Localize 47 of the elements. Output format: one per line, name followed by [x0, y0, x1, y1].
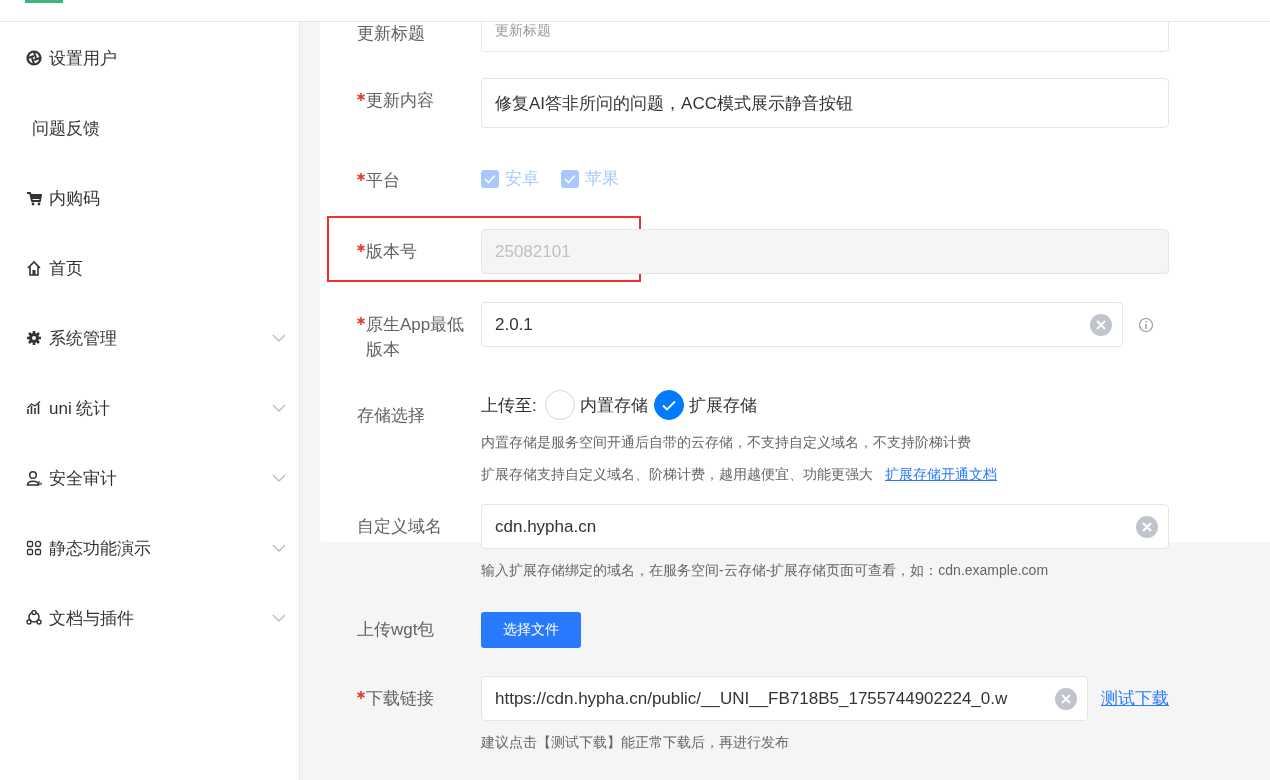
hint-text: 内置存储是服务空间开通后自带的云存储，不支持自定义域名，不支持阶梯计费 [481, 434, 971, 452]
radio-label: 扩展存储 [688, 394, 757, 417]
choose-file-button[interactable]: 选择文件 [481, 612, 581, 648]
chevron-down-icon [272, 334, 286, 342]
sidebar-item[interactable]: 安全审计 [0, 443, 299, 513]
test-download-link[interactable]: 测试下载 [1101, 687, 1169, 710]
text-field[interactable]: 2.0.1 [481, 302, 1123, 347]
text-field[interactable]: cdn.hypha.cn [481, 504, 1169, 549]
sidebar-item[interactable]: 内购码 [0, 163, 299, 233]
chevron-down-icon [272, 404, 286, 412]
nodes-icon [26, 610, 42, 626]
checkmark-icon [484, 173, 496, 184]
sidebar-item[interactable]: 设置用户 [0, 23, 299, 93]
sidebar-item[interactable]: 文档与插件 [0, 583, 299, 653]
chevron-down-icon [272, 474, 286, 482]
sidebar-item[interactable]: 问题反馈 [0, 93, 299, 163]
sidebar-item[interactable]: 首页 [0, 233, 299, 303]
chevron-down-icon [272, 544, 286, 552]
field-label: 更新标题 [357, 23, 425, 45]
upload-to-label: 上传至: [481, 394, 537, 417]
text-field[interactable]: 更新标题 [481, 22, 1169, 52]
field-label: 自定义域名 [357, 516, 442, 538]
hint-text: 扩展存储支持自定义域名、阶梯计费，越用越便宜、功能更强大 [481, 466, 873, 484]
grid-icon [26, 540, 42, 556]
cart-icon [26, 190, 42, 206]
hint-text: 输入扩展存储绑定的域名，在服务空间-云存储-扩展存储页面可查看，如：cdn.example.com [481, 562, 1049, 580]
home-icon [26, 260, 42, 276]
sidebar-item[interactable]: 静态功能演示 [0, 513, 299, 583]
bar-chart-icon [26, 400, 42, 416]
chevron-down-icon [272, 614, 286, 622]
text-field[interactable]: 修复AI答非所问的问题，ACC模式展示静音按钮 [481, 78, 1169, 128]
checkbox-label: 苹果 [585, 168, 619, 190]
checkbox-label: 安卓 [505, 168, 539, 190]
checkmark-icon [564, 173, 576, 184]
field-label: 上传wgt包 [357, 619, 435, 641]
sidebar-item[interactable]: 系统管理 [0, 303, 299, 373]
user-icon [26, 470, 42, 486]
field-label: 存储选择 [357, 405, 425, 427]
checkmark-icon [661, 399, 676, 411]
text-field[interactable]: https://cdn.hypha.cn/public/__UNI__FB718B5_1755744902224_0.w [481, 676, 1088, 721]
gear-icon [26, 330, 42, 346]
aperture-icon [26, 50, 42, 66]
active-tab-indicator [25, 0, 63, 3]
sidebar-item[interactable]: uni 统计 [0, 373, 299, 443]
docs-link[interactable]: 扩展存储开通文档 [885, 466, 997, 484]
radio-label: 内置存储 [579, 394, 648, 417]
hint-text: 建议点击【测试下载】能正常下载后，再进行发布 [481, 734, 789, 752]
